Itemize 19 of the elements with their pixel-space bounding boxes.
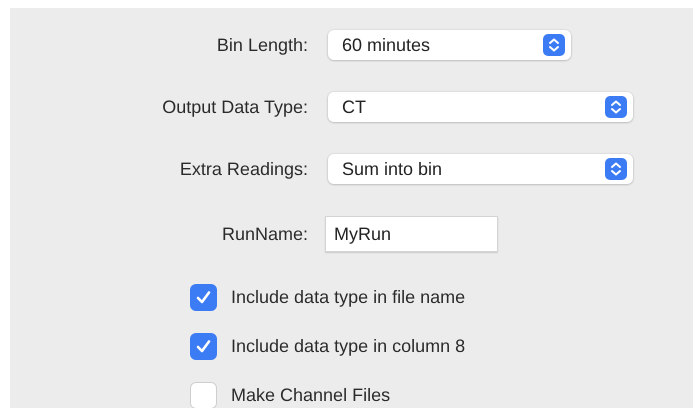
field-label: Output Data Type:: [162, 96, 308, 118]
input-field[interactable]: MyRun: [325, 216, 498, 252]
checkbox-label: Include data type in column 8: [231, 336, 466, 357]
stepper-icon: [605, 158, 627, 180]
popup-button[interactable]: CT: [328, 92, 633, 122]
checkbox[interactable]: [190, 333, 217, 360]
checkmark-icon: [195, 338, 212, 355]
checkbox[interactable]: [190, 284, 217, 311]
checkbox[interactable]: [190, 382, 217, 408]
checkbox-label: Include data type in file name: [231, 287, 466, 308]
field-label: Bin Length:: [216, 34, 308, 56]
popup-button[interactable]: Sum into bin: [328, 154, 633, 184]
checkbox-label: Make Channel Files: [231, 385, 390, 406]
checkmark-icon: [195, 289, 212, 306]
popup-button[interactable]: 60 minutes: [328, 30, 571, 60]
field-label: RunName:: [222, 224, 308, 244]
stepper-icon: [605, 96, 627, 118]
field-label: Extra Readings:: [180, 158, 308, 180]
stepper-icon: [543, 34, 565, 56]
